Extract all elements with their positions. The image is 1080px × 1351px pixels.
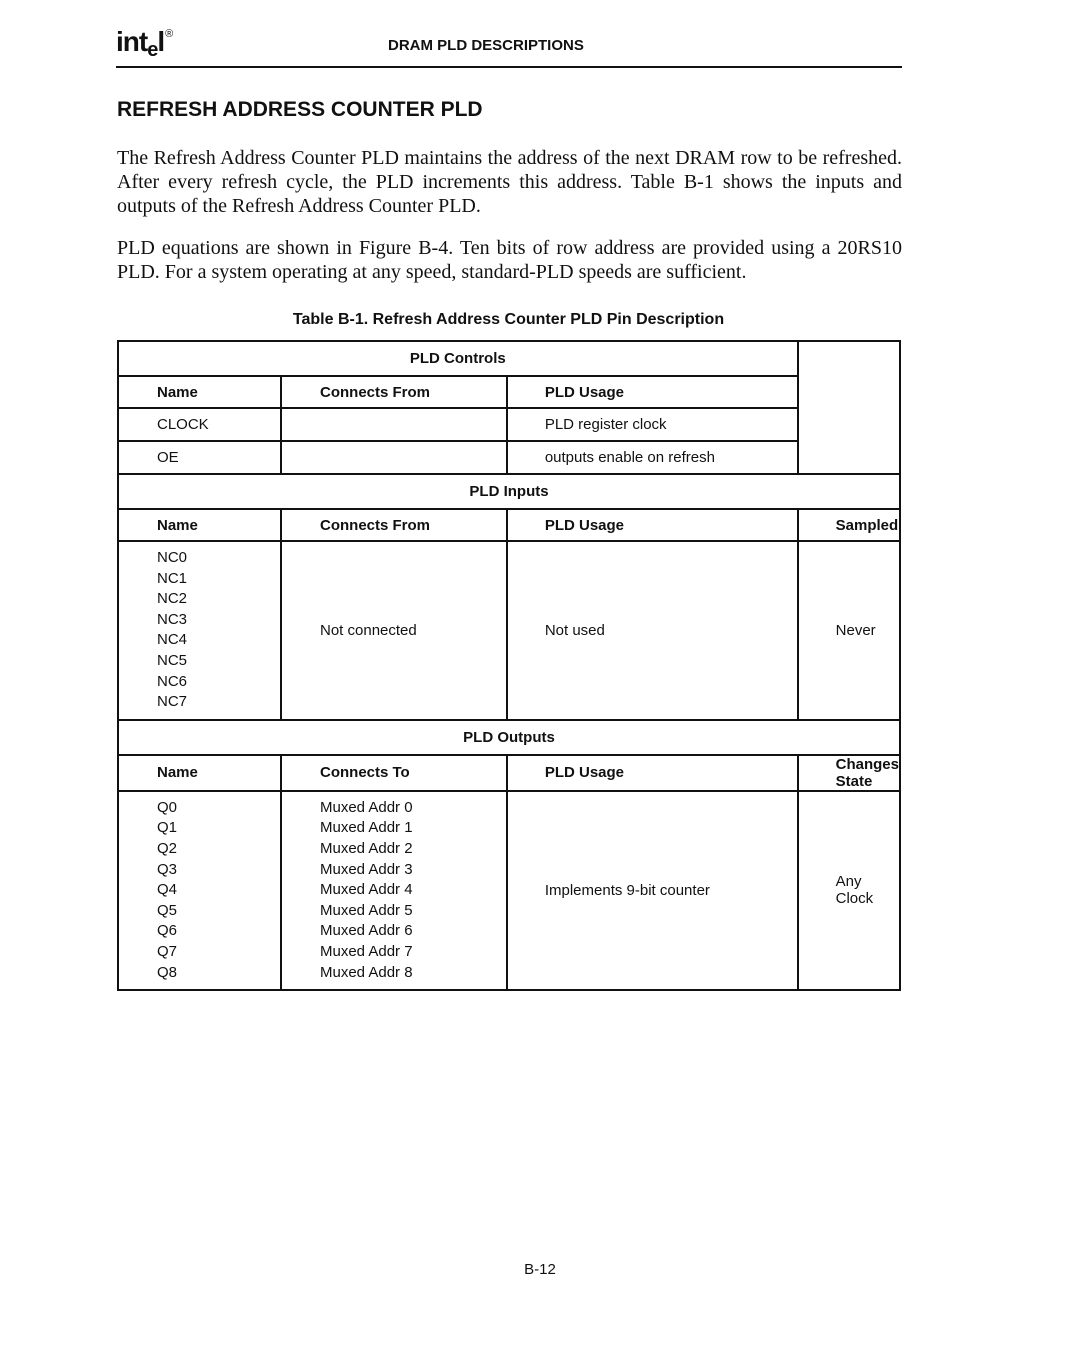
paragraph-2: PLD equations are shown in Figure B-4. T… [117,237,902,283]
output-connects: Muxed Addr 2 [320,839,413,857]
control-usage: PLD register clock [505,407,799,442]
output-name: Q8 [157,963,178,981]
inputs-header-sampled: Sampled [796,508,902,542]
section-title: REFRESH ADDRESS COUNTER PLD [117,98,483,121]
outputs-body-row: Q0 Q1 Q2 Q3 Q4 Q5 Q6 Q7 Q8 Muxed Addr 0 … [117,789,902,992]
outputs-header-usage: PLD Usage [505,753,799,792]
input-name: NC6 [157,672,188,690]
logo-text-prefix: int [116,26,148,57]
control-name: CLOCK [117,407,282,442]
output-changes-state: Any Clock [796,789,902,992]
control-connects [280,440,508,475]
input-name: NC5 [157,651,188,669]
controls-header-usage: PLD Usage [505,375,799,409]
output-connects: Muxed Addr 7 [320,942,413,960]
output-name: Q7 [157,942,178,960]
outputs-header-row: Name Connects To PLD Usage Changes State [117,753,902,792]
intel-logo: intel® [116,26,173,61]
outputs-header-connects: Connects To [280,753,508,792]
output-usage: Implements 9-bit counter [505,789,799,992]
output-connects: Muxed Addr 4 [320,881,413,899]
controls-section-row: PLD Controls [117,340,902,475]
inputs-header-name: Name [117,508,282,542]
registered-mark: ® [165,27,173,40]
input-name: NC2 [157,590,188,608]
controls-empty-cell [796,340,902,475]
controls-header-connects: Connects From [280,375,508,409]
input-name: NC0 [157,549,188,566]
output-name: Q5 [157,901,178,919]
output-connects: Muxed Addr 6 [320,922,413,940]
output-connects: Muxed Addr 8 [320,963,413,981]
inputs-header-connects: Connects From [280,508,508,542]
table-caption: Table B-1. Refresh Address Counter PLD P… [292,311,725,328]
output-name: Q0 [157,798,178,816]
logo-text-suffix: l [157,26,165,57]
output-connects: Muxed Addr 5 [320,901,413,919]
page-header: intel® DRAM PLD DESCRIPTIONS [116,24,902,68]
output-names-cell: Q0 Q1 Q2 Q3 Q4 Q5 Q6 Q7 Q8 [117,789,282,992]
pin-description-table: PLD Controls Name Connects From PLD Usag… [117,340,902,992]
inputs-body-row: NC0 NC1 NC2 NC3 NC4 NC5 NC6 NC7 Not conn… [117,540,902,721]
inputs-section-title: PLD Inputs [117,473,901,510]
control-connects [280,407,508,442]
controls-header-name: Name [117,375,282,409]
output-name: Q6 [157,922,178,940]
running-head: DRAM PLD DESCRIPTIONS [388,37,584,54]
input-name: NC7 [157,693,188,711]
outputs-header-name: Name [117,753,282,792]
input-name: NC1 [157,569,188,587]
paragraph-1: The Refresh Address Counter PLD maintain… [117,147,902,217]
output-name: Q3 [157,860,178,878]
output-name: Q1 [157,819,178,837]
outputs-header-changes-state: Changes State [796,753,902,792]
output-name: Q4 [157,881,178,899]
input-name: NC3 [157,610,188,628]
output-connects: Muxed Addr 3 [320,860,413,878]
outputs-section-title: PLD Outputs [117,718,901,756]
controls-section-title: PLD Controls [117,340,799,377]
input-names-cell: NC0 NC1 NC2 NC3 NC4 NC5 NC6 NC7 [117,540,282,721]
inputs-header-usage: PLD Usage [505,508,799,542]
controls-header-row: Name Connects From PLD Usage [117,375,900,409]
outputs-section-row: PLD Outputs [117,718,901,756]
table-row: OE outputs enable on refresh [117,440,900,475]
input-sampled: Never [796,540,902,721]
input-name: NC4 [157,631,188,649]
input-connects: Not connected [280,540,508,721]
output-name: Q2 [157,839,178,857]
inputs-header-row: Name Connects From PLD Usage Sampled [117,508,902,542]
output-connects: Muxed Addr 1 [320,819,413,837]
logo-text-e: e [147,39,158,61]
control-name: OE [117,440,282,475]
page-number: B-12 [524,1261,556,1278]
output-connects-cell: Muxed Addr 0 Muxed Addr 1 Muxed Addr 2 M… [280,789,508,992]
table-row: CLOCK PLD register clock [117,407,900,442]
inputs-section-row: PLD Inputs [117,473,901,510]
control-usage: outputs enable on refresh [505,440,799,475]
output-connects: Muxed Addr 0 [320,798,413,816]
input-usage: Not used [505,540,799,721]
